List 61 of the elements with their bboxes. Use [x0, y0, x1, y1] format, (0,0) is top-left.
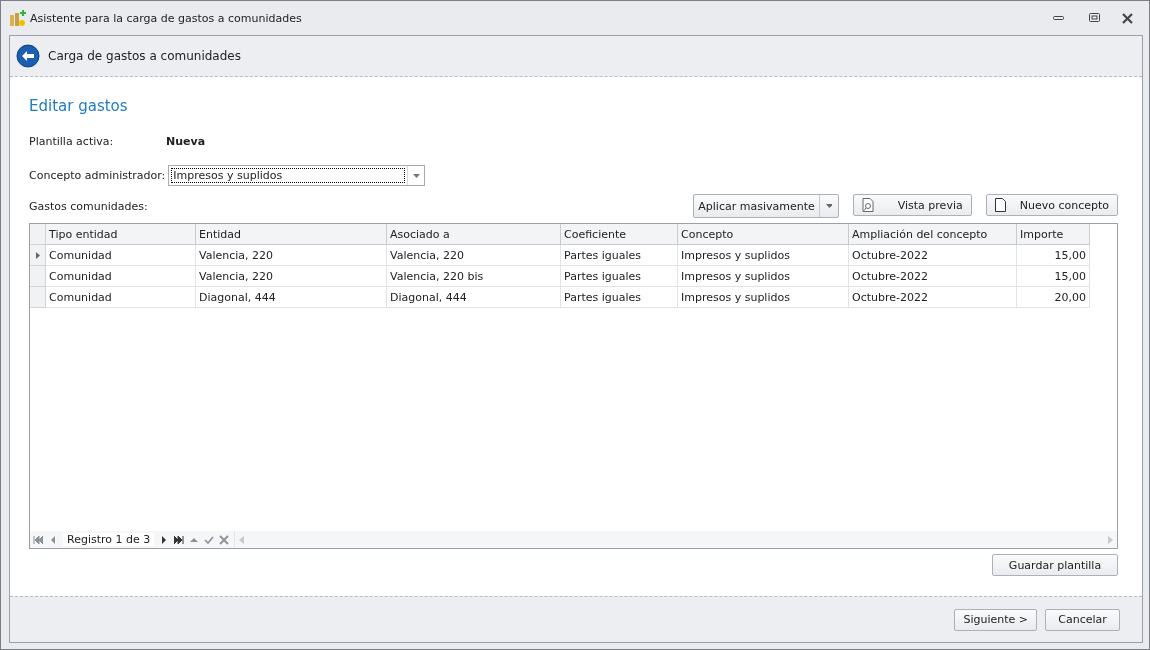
field-label: Concepto administrador: — [29, 169, 166, 182]
table-cell: Valencia, 220 — [196, 266, 387, 287]
concept-dropdown[interactable]: Impresos y suplidos — [168, 165, 426, 186]
scroll-right-icon[interactable] — [1108, 535, 1113, 544]
window-title: Asistente para la carga de gastos a comunidades — [30, 11, 303, 25]
table-cell: Valencia, 220 — [196, 245, 387, 266]
table-cell: Octubre-2022 — [849, 287, 1017, 308]
table-cell: Diagonal, 444 — [387, 287, 561, 308]
template-value: Nueva — [166, 135, 206, 148]
grid-label: Gastos comunidades: — [29, 199, 149, 213]
footer-button[interactable]: Siguiente > — [954, 608, 1037, 631]
restore-icon[interactable] — [1089, 13, 1100, 23]
new-concept-button[interactable]: Nuevo concepto — [985, 194, 1118, 216]
header-corner — [30, 224, 46, 245]
delete-icon[interactable] — [219, 534, 230, 545]
first-record-icon[interactable] — [33, 534, 43, 545]
field-label: Plantilla activa: — [29, 135, 115, 148]
row-pointer-icon — [35, 251, 40, 259]
record-counter: Registro 1 de 3 — [63, 533, 155, 546]
document-icon — [994, 198, 1006, 212]
section-title: Editar gastos — [29, 97, 129, 115]
close-icon[interactable] — [1122, 12, 1133, 24]
table-cell: 15,00 — [1017, 245, 1090, 266]
table-cell: Partes iguales — [561, 287, 678, 308]
buildings-icon — [9, 9, 26, 27]
table-cell: 20,00 — [1017, 287, 1090, 308]
preview-button[interactable]: Vista previa — [852, 194, 972, 216]
column-header[interactable]: Coeficiente — [561, 224, 678, 245]
table-cell: Comunidad — [46, 266, 196, 287]
column-header[interactable]: Concepto — [678, 224, 849, 245]
last-record-icon[interactable] — [174, 534, 185, 545]
footer-button[interactable]: Cancelar — [1045, 608, 1120, 631]
table-cell: Octubre-2022 — [849, 245, 1017, 266]
scroll-left-icon[interactable] — [239, 535, 245, 544]
table-cell: Comunidad — [46, 245, 196, 266]
row-indicator[interactable] — [30, 245, 46, 266]
apply-split-button[interactable]: Aplicar masivamente — [693, 194, 839, 218]
minimize-icon[interactable] — [1053, 15, 1065, 21]
table-cell: Octubre-2022 — [849, 266, 1017, 287]
column-header[interactable]: Tipo entidad — [46, 224, 196, 245]
column-header[interactable]: Importe — [1017, 224, 1090, 245]
table-cell: Partes iguales — [561, 266, 678, 287]
table-cell: Impresos y suplidos — [678, 245, 849, 266]
checkmark-icon[interactable] — [204, 534, 215, 545]
header-title: Carga de gastos a comunidades — [48, 49, 241, 63]
table-cell: 15,00 — [1017, 266, 1090, 287]
table-cell: Partes iguales — [561, 245, 678, 266]
save-template-button[interactable]: Guardar plantilla — [992, 554, 1118, 576]
caret-icon — [825, 204, 832, 208]
table-cell: Diagonal, 444 — [196, 287, 387, 308]
table-cell: Comunidad — [46, 287, 196, 308]
table-cell: Valencia, 220 — [387, 245, 561, 266]
table-cell: Valencia, 220 bis — [387, 266, 561, 287]
column-header[interactable]: Asociado a — [387, 224, 561, 245]
column-header[interactable]: Ampliación del concepto — [849, 224, 1017, 245]
apply-button[interactable]: Aplicar masivamente — [694, 195, 820, 217]
caret-icon — [412, 173, 420, 178]
table-cell: Impresos y suplidos — [678, 287, 849, 308]
magnifier-document-icon — [861, 198, 874, 212]
table-cell: Impresos y suplidos — [678, 266, 849, 287]
column-header[interactable]: Entidad — [196, 224, 387, 245]
